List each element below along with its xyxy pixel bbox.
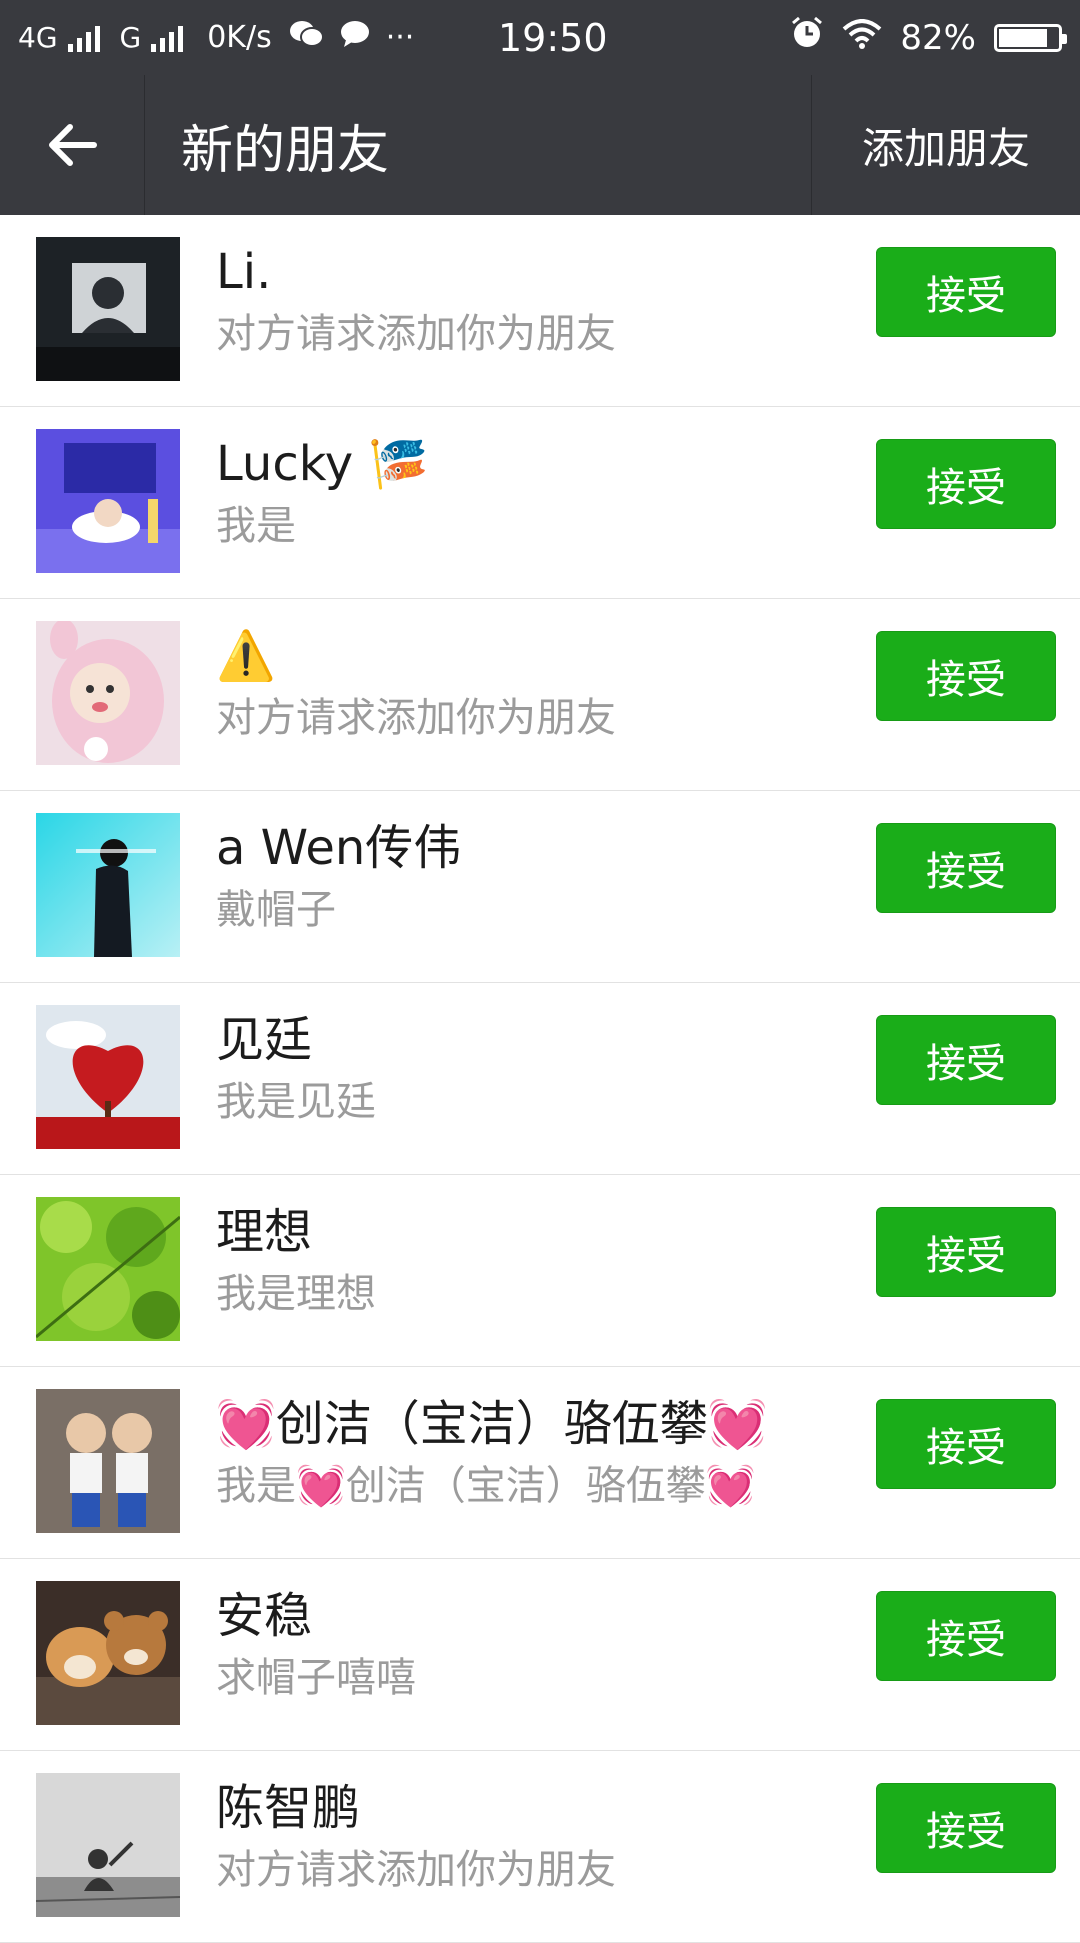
friend-name: 见廷	[216, 1012, 313, 1068]
accept-button[interactable]: 接受	[876, 631, 1056, 721]
status-time: 19:50	[498, 15, 608, 60]
accept-button[interactable]: 接受	[876, 1783, 1056, 1873]
accept-button[interactable]: 接受	[876, 1399, 1056, 1489]
page-title: 新的朋友	[181, 120, 390, 181]
list-item[interactable]: a Wen传伟 戴帽子 接受	[0, 791, 1080, 983]
list-item[interactable]: Li. 对方请求添加你为朋友 接受	[0, 215, 1080, 407]
request-message: 对方请求添加你为朋友	[216, 311, 616, 357]
friend-name: 安稳	[216, 1588, 313, 1644]
list-item[interactable]: Lucky 🎏 我是 接受	[0, 407, 1080, 599]
request-message: 戴帽子	[216, 887, 336, 933]
network-speed: 0K/s	[207, 20, 272, 55]
request-text: 见廷 我是见廷	[216, 1007, 816, 1131]
wechat-icon	[288, 19, 324, 57]
request-message: 对方请求添加你为朋友	[216, 695, 616, 741]
signal-icon	[67, 24, 100, 52]
avatar-green-leaves[interactable]	[36, 1197, 180, 1341]
accept-button[interactable]: 接受	[876, 1207, 1056, 1297]
request-message: 我是💓创洁（宝洁）骆伍攀💓	[216, 1463, 756, 1509]
request-text: 安稳 求帽子嘻嘻	[216, 1583, 816, 1707]
battery-icon	[994, 23, 1067, 52]
network-type-1: 4G	[18, 21, 58, 54]
request-message: 求帽子嘻嘻	[216, 1655, 416, 1701]
avatar-purple-cartoon[interactable]	[36, 429, 180, 573]
request-message: 我是见廷	[216, 1079, 376, 1125]
friend-request-list: Li. 对方请求添加你为朋友 接受 Lucky 🎏 我是 接受 ⚠️ 对方请求添…	[0, 215, 1080, 1943]
status-left: 4G G 0K/s ···	[18, 19, 458, 57]
request-text: Lucky 🎏 我是	[216, 431, 816, 555]
title-bar: 新的朋友 添加朋友	[0, 75, 1080, 215]
avatar-twin-kids[interactable]	[36, 1389, 180, 1533]
signal-icon-2	[151, 24, 184, 52]
accept-button[interactable]: 接受	[876, 1591, 1056, 1681]
friend-name: 理想	[216, 1204, 313, 1260]
avatar-cyan-silhouette[interactable]	[36, 813, 180, 957]
list-item[interactable]: 陈智鹏 对方请求添加你为朋友 接受	[0, 1751, 1080, 1943]
message-bubble-icon	[340, 20, 370, 56]
avatar-heart-tree[interactable]	[36, 1005, 180, 1149]
accept-button[interactable]: 接受	[876, 1015, 1056, 1105]
list-item[interactable]: 见廷 我是见廷 接受	[0, 983, 1080, 1175]
avatar-dog-bear[interactable]	[36, 1581, 180, 1725]
list-item[interactable]: 💓创洁（宝洁）骆伍攀💓 我是💓创洁（宝洁）骆伍攀💓 接受	[0, 1367, 1080, 1559]
friend-name: a Wen传伟	[216, 820, 462, 876]
request-message: 我是理想	[216, 1271, 376, 1317]
back-button[interactable]	[0, 75, 145, 215]
status-bar: 4G G 0K/s ··· 19:50 82%	[0, 0, 1080, 75]
battery-percent: 82%	[900, 17, 976, 58]
list-item[interactable]: 理想 我是理想 接受	[0, 1175, 1080, 1367]
request-text: Li. 对方请求添加你为朋友	[216, 239, 816, 363]
list-item[interactable]: ⚠️ 对方请求添加你为朋友 接受	[0, 599, 1080, 791]
friend-name: Li.	[216, 244, 272, 300]
network-type-2: G	[119, 21, 142, 54]
request-text: 理想 我是理想	[216, 1199, 816, 1323]
alarm-icon	[790, 16, 824, 59]
accept-button[interactable]: 接受	[876, 823, 1056, 913]
add-friend-button[interactable]: 添加朋友	[810, 75, 1080, 215]
accept-button[interactable]: 接受	[876, 439, 1056, 529]
wifi-icon	[842, 18, 882, 58]
request-text: ⚠️ 对方请求添加你为朋友	[216, 623, 816, 747]
back-arrow-icon	[49, 124, 97, 166]
friend-name: 陈智鹏	[216, 1780, 361, 1836]
friend-name: ⚠️	[216, 628, 276, 684]
list-item[interactable]: 安稳 求帽子嘻嘻 接受	[0, 1559, 1080, 1751]
friend-name: Lucky 🎏	[216, 436, 429, 492]
avatar-grey-landscape[interactable]	[36, 1773, 180, 1917]
request-text: 陈智鹏 对方请求添加你为朋友	[216, 1775, 816, 1899]
more-notifications-icon: ···	[385, 20, 415, 55]
request-message: 我是	[216, 503, 296, 549]
status-right: 82%	[790, 16, 1067, 59]
avatar-dark-portrait[interactable]	[36, 237, 180, 381]
friend-name: 💓创洁（宝洁）骆伍攀💓	[216, 1396, 768, 1452]
avatar-pink-child[interactable]	[36, 621, 180, 765]
request-text: 💓创洁（宝洁）骆伍攀💓 我是💓创洁（宝洁）骆伍攀💓	[216, 1391, 816, 1515]
accept-button[interactable]: 接受	[876, 247, 1056, 337]
request-text: a Wen传伟 戴帽子	[216, 815, 816, 939]
request-message: 对方请求添加你为朋友	[216, 1847, 616, 1893]
